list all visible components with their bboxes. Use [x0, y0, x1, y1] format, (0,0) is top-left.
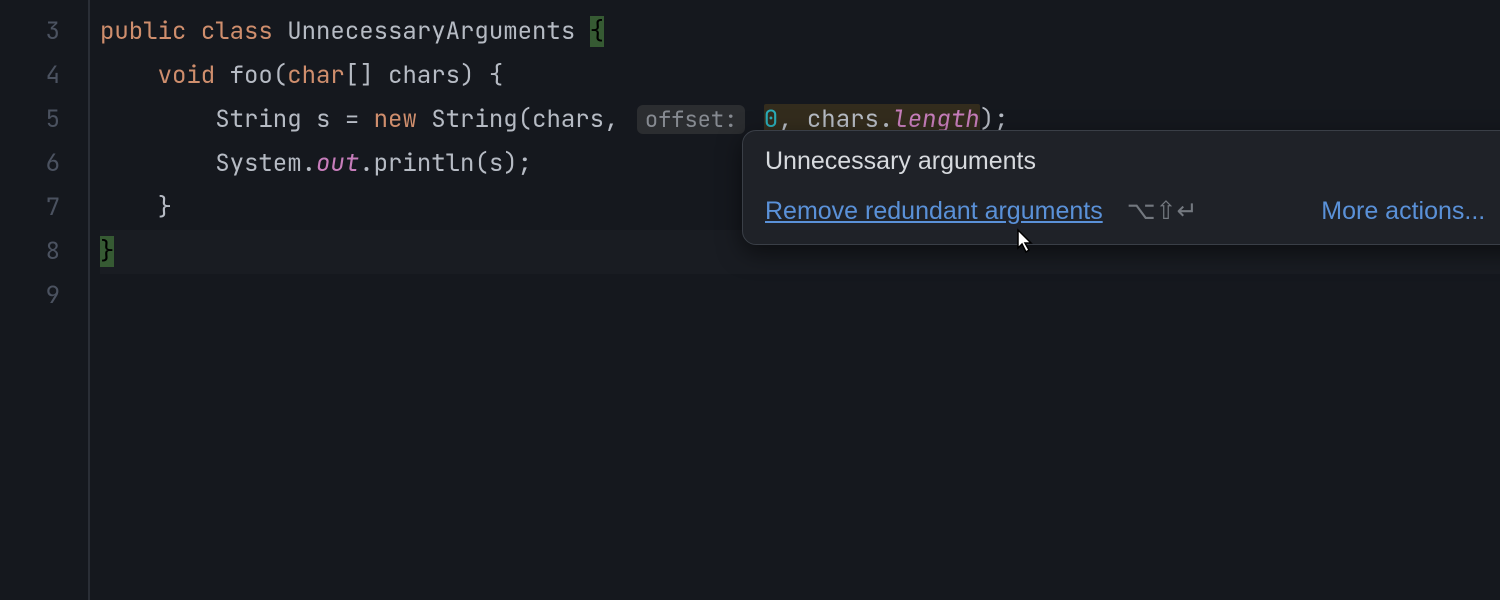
line-number: 7 [0, 186, 88, 230]
keyword-void: void [158, 60, 216, 91]
code-line[interactable]: void foo(char[] chars) { [100, 54, 1500, 98]
line-number: 6 [0, 142, 88, 186]
shortcut-hint: ⌥⇧↵ [1127, 196, 1198, 226]
line-number: 9 [0, 274, 88, 318]
field-out: out [316, 148, 359, 179]
line-number: 8 [0, 230, 88, 274]
method-name: foo [230, 60, 273, 91]
keyword-new: new [374, 104, 417, 135]
code-editor: 3 4 5 6 7 8 9 public class UnnecessaryAr… [0, 0, 1500, 600]
line-number: 3 [0, 10, 88, 54]
inlay-hint-offset: offset: [637, 105, 745, 134]
class-name: UnnecessaryArguments [287, 16, 575, 47]
code-line[interactable] [100, 274, 1500, 318]
quickfix-remove-redundant[interactable]: Remove redundant arguments [765, 197, 1103, 226]
open-brace: { [590, 16, 604, 47]
more-actions-link[interactable]: More actions... [1321, 197, 1485, 226]
close-brace: } [100, 236, 114, 267]
code-area[interactable]: public class UnnecessaryArguments { void… [90, 0, 1500, 600]
line-number: 4 [0, 54, 88, 98]
code-line[interactable]: public class UnnecessaryArguments { [100, 10, 1500, 54]
keyword-class: class [201, 16, 273, 47]
param-name: chars [388, 60, 460, 91]
keyword-public: public [100, 16, 186, 47]
keyword-char: char [287, 60, 345, 91]
line-number: 5 [0, 98, 88, 142]
intention-popup: Unnecessary arguments ⋮ Remove redundant… [742, 130, 1500, 245]
line-gutter: 3 4 5 6 7 8 9 [0, 0, 90, 600]
inspection-title: Unnecessary arguments [765, 147, 1036, 176]
